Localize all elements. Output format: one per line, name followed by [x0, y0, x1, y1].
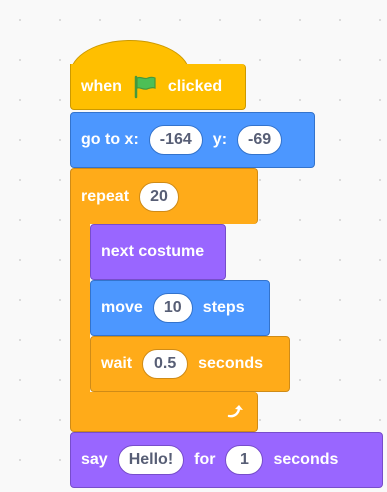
next-costume-label: next costume: [101, 243, 205, 260]
say-message-input[interactable]: Hello!: [117, 445, 185, 475]
y-label: y:: [212, 131, 228, 148]
wait-label: wait: [101, 355, 133, 372]
say-seconds-label: seconds: [273, 451, 339, 468]
say-label: say: [81, 451, 108, 468]
next-costume-block[interactable]: next costume: [90, 224, 226, 280]
for-label: for: [194, 451, 216, 468]
go-to-x-label: go to x:: [81, 131, 139, 148]
move-label: move: [101, 299, 143, 316]
wait-seconds-block[interactable]: wait 0.5 seconds: [90, 336, 290, 392]
green-flag-icon: [134, 75, 156, 98]
wait-seconds-input[interactable]: 0.5: [142, 349, 189, 379]
say-seconds-input[interactable]: 1: [225, 445, 264, 475]
clicked-label: clicked: [167, 77, 223, 95]
move-steps-block[interactable]: move 10 steps: [90, 280, 270, 336]
when-flag-clicked-block[interactable]: when clicked: [70, 64, 246, 110]
repeat-block-arm: [70, 222, 90, 394]
repeat-count-input[interactable]: 20: [139, 181, 180, 212]
y-input[interactable]: -69: [237, 125, 283, 155]
loop-arrow-icon: [227, 405, 243, 418]
go-to-xy-block[interactable]: go to x: -164 y: -69: [70, 112, 315, 168]
move-steps-input[interactable]: 10: [152, 293, 193, 323]
say-for-seconds-block[interactable]: say Hello! for 1 seconds: [70, 432, 383, 488]
repeat-label: repeat: [81, 187, 130, 205]
x-input[interactable]: -164: [148, 125, 203, 155]
when-label: when: [81, 77, 122, 95]
steps-label: steps: [202, 299, 245, 316]
repeat-block-top[interactable]: repeat 20: [70, 168, 258, 224]
wait-seconds-label: seconds: [198, 355, 264, 372]
